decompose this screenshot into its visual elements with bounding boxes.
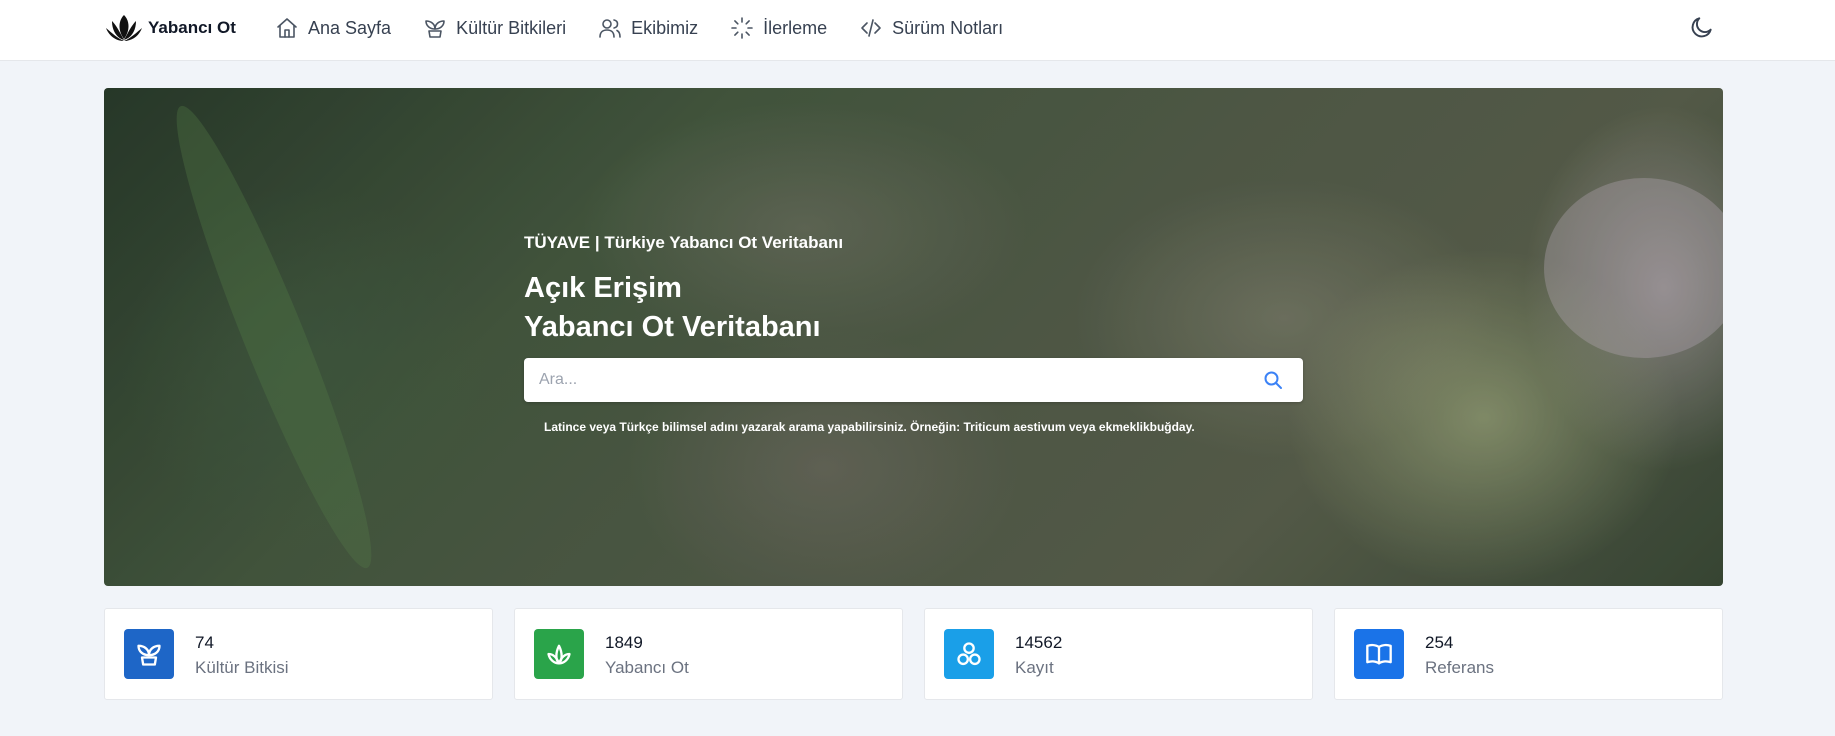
nav-label: İlerleme — [763, 17, 828, 38]
stat-label: Yabancı Ot — [605, 658, 689, 677]
stat-card-yabanci-ot: 1849 Yabancı Ot — [514, 608, 903, 700]
search-hint: Latince veya Türkçe bilimsel adını yazar… — [544, 420, 1195, 434]
hero-title: Açık Erişim Yabancı Ot Veritabanı — [524, 269, 1304, 347]
hero-background-image — [152, 94, 396, 580]
stat-icon-box — [534, 629, 584, 679]
hero-banner: TÜYAVE | Türkiye Yabancı Ot Veritabanı A… — [104, 88, 1723, 586]
brand-logo-link[interactable]: Yabancı Ot — [104, 10, 236, 46]
nav-item-kultur-bitkileri[interactable]: Kültür Bitkileri — [423, 12, 566, 44]
theme-toggle-button[interactable] — [1689, 14, 1717, 42]
stat-label: Kayıt — [1015, 658, 1054, 677]
hero-title-line-1: Açık Erişim — [524, 272, 682, 304]
book-open-icon — [1366, 643, 1392, 665]
stat-card-kayit: 14562 Kayıt — [924, 608, 1313, 700]
stat-icon-box — [944, 629, 994, 679]
stat-icon-box — [1354, 629, 1404, 679]
nav-label: Kültür Bitkileri — [456, 17, 567, 38]
stat-value: 1849 — [605, 633, 643, 652]
stat-label: Kültür Bitkisi — [195, 658, 289, 677]
home-icon — [277, 18, 297, 38]
nav-item-surum-notlari[interactable]: Sürüm Notları — [859, 12, 1003, 44]
nav-item-ekibimiz[interactable]: Ekibimiz — [598, 12, 698, 44]
leaf-icon — [547, 644, 571, 665]
search-button[interactable] — [1263, 370, 1283, 390]
circles-icon — [957, 642, 981, 666]
stat-value: 74 — [195, 633, 214, 652]
search-input[interactable] — [524, 358, 1254, 402]
nav-label: Sürüm Notları — [892, 17, 1004, 38]
stat-value: 14562 — [1015, 633, 1063, 652]
loader-icon — [731, 17, 753, 39]
nav-item-ana-sayfa[interactable]: Ana Sayfa — [275, 12, 391, 44]
moon-icon — [1691, 17, 1712, 38]
stat-value: 254 — [1425, 633, 1454, 652]
hero-content: TÜYAVE | Türkiye Yabancı Ot Veritabanı A… — [524, 233, 1304, 434]
stat-card-referans: 254 Referans — [1334, 608, 1723, 700]
stat-icon-box — [124, 629, 174, 679]
sprout-icon — [137, 644, 161, 666]
code-icon — [861, 19, 881, 37]
stat-card-kultur-bitkisi: 74 Kültür Bitkisi — [104, 608, 493, 700]
nav-label: Ana Sayfa — [308, 17, 392, 38]
stat-label: Referans — [1425, 658, 1494, 677]
brand-name: Yabancı Ot — [148, 18, 236, 37]
search-icon — [1264, 371, 1282, 389]
stats-row: 74 Kültür Bitkisi 1849 Yabancı Ot 14562 … — [104, 608, 1723, 700]
users-icon — [599, 19, 621, 38]
top-navbar: Yabancı Ot Ana Sayfa Kültür Bitkileri Ek… — [0, 0, 1835, 61]
hero-title-line-2: Yabancı Ot Veritabanı — [524, 311, 821, 343]
nav-label: Ekibimiz — [631, 17, 699, 38]
nav-item-ilerleme[interactable]: İlerleme — [730, 12, 827, 44]
hero-subtitle: TÜYAVE | Türkiye Yabancı Ot Veritabanı — [524, 233, 844, 252]
search-box — [524, 358, 1303, 402]
lotus-logo-icon — [106, 15, 142, 41]
main-nav: Ana Sayfa Kültür Bitkileri Ekibimiz İler… — [275, 12, 1035, 44]
hero-background-image-detail — [1544, 178, 1723, 358]
sprout-icon — [425, 20, 445, 38]
